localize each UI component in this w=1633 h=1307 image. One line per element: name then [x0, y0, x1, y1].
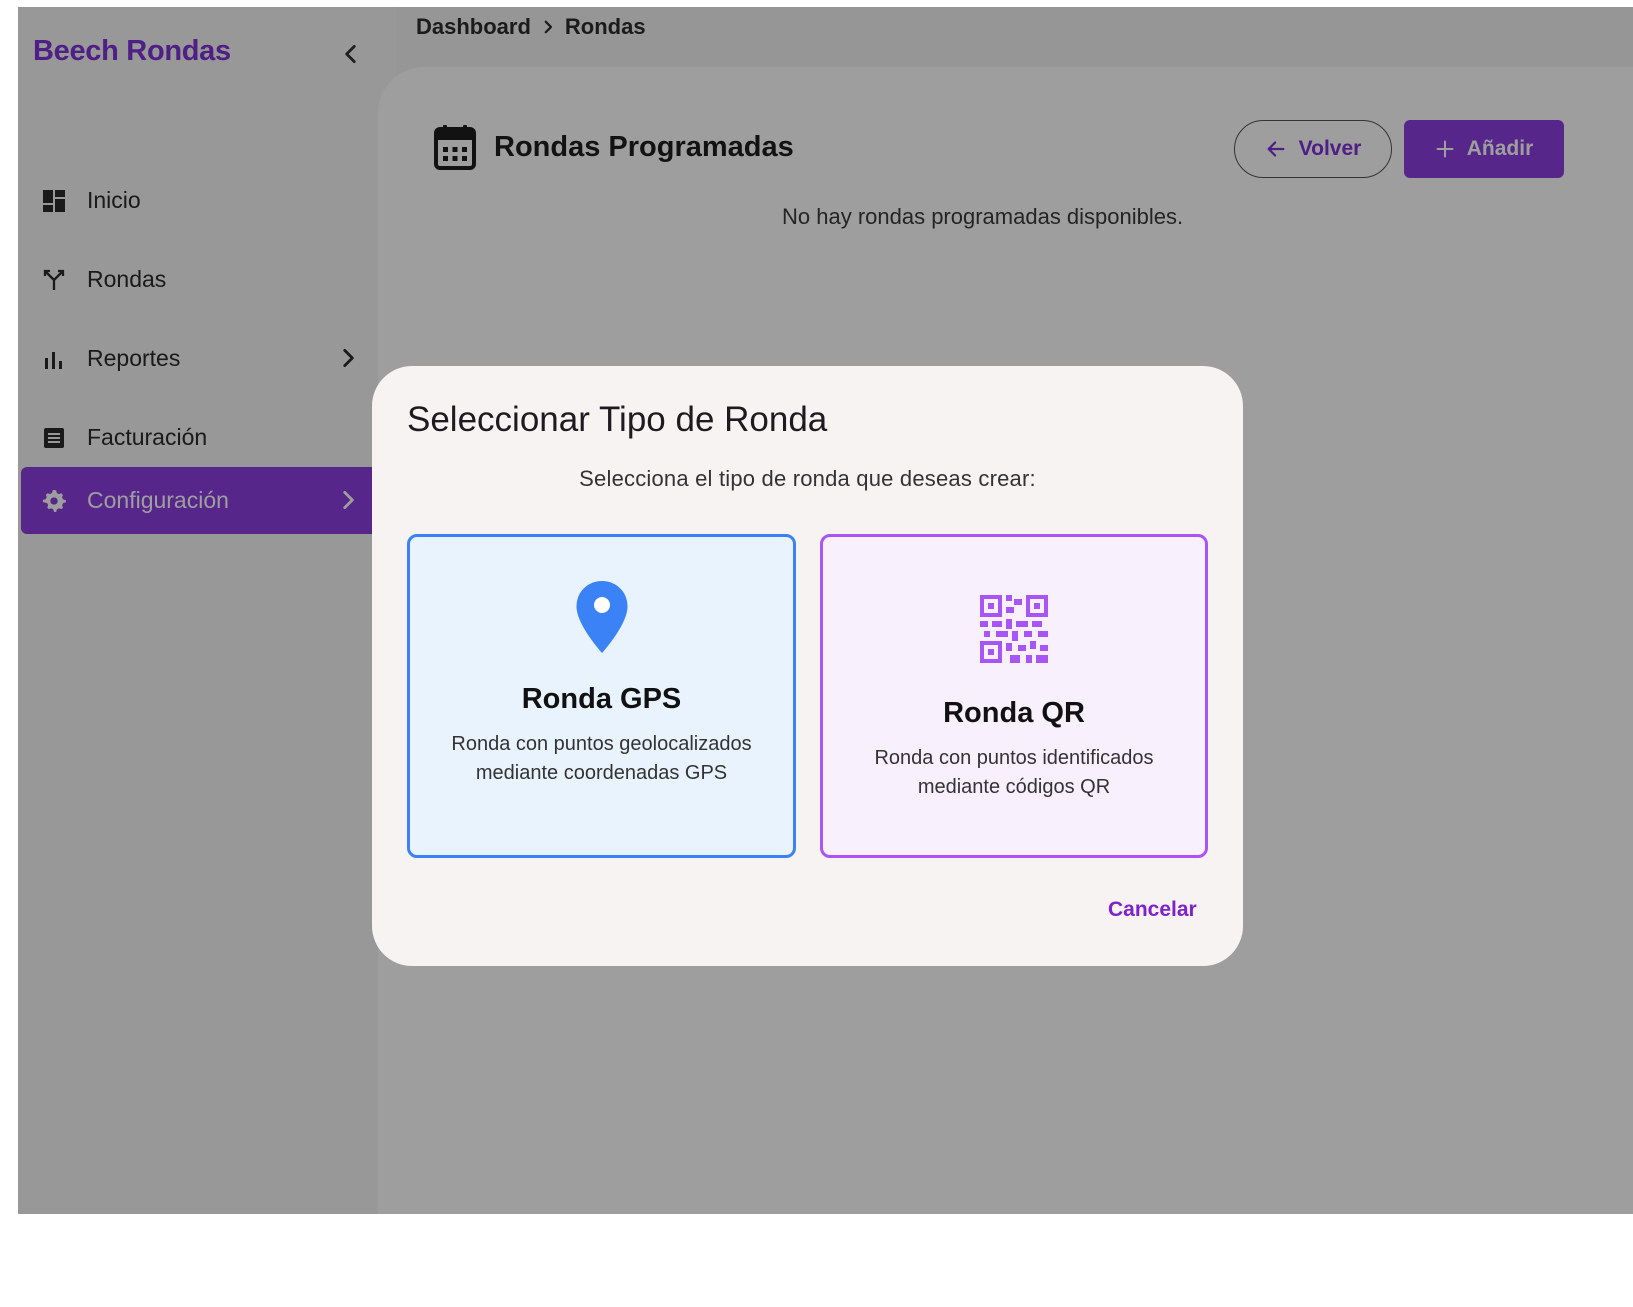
page-title-text: Rondas Programadas	[494, 130, 794, 163]
sidebar-item-rondas[interactable]: Rondas	[21, 246, 383, 313]
breadcrumb-item-dashboard[interactable]: Dashboard	[416, 14, 531, 40]
plus-icon	[1436, 140, 1454, 158]
sidebar: Beech Rondas Inicio Rondas Reportes Fact…	[18, 7, 396, 1264]
qr-code-icon	[980, 595, 1048, 663]
dialog-subtitle: Selecciona el tipo de ronda que deseas c…	[579, 466, 1036, 491]
receipt-icon	[39, 423, 69, 453]
gear-icon	[39, 486, 69, 516]
option-qr-round[interactable]: Ronda QR Ronda con puntos identificados …	[820, 534, 1208, 858]
breadcrumb-item-rondas: Rondas	[564, 14, 646, 39]
sidebar-item-label: Reportes	[87, 345, 181, 371]
sidebar-item-label: Facturación	[87, 424, 208, 450]
sidebar-item-configuracion[interactable]: Configuración	[21, 467, 383, 534]
page-margin	[0, 1214, 1633, 1264]
arrow-left-icon	[1267, 141, 1285, 157]
sidebar-item-label: Configuración	[87, 487, 229, 513]
empty-state-message: No hay rondas programadas disponibles.	[782, 204, 1184, 229]
calendar-icon	[434, 125, 476, 170]
dialog-title: Seleccionar Tipo de Ronda	[407, 400, 828, 439]
add-button[interactable]: Añadir	[1404, 120, 1564, 178]
option-description: Ronda con puntos geolocalizados mediante…	[451, 733, 752, 784]
sidebar-item-label: Inicio	[87, 187, 141, 213]
app-brand: Beech Rondas	[33, 35, 231, 67]
back-button[interactable]: Volver	[1234, 120, 1392, 178]
dashboard-icon	[39, 186, 69, 216]
chevron-right-icon	[343, 349, 354, 367]
page-title: Rondas Programadas	[434, 124, 794, 170]
chevron-left-icon[interactable]	[338, 41, 364, 67]
page-margin	[0, 0, 1633, 7]
option-title: Ronda QR	[943, 697, 1085, 729]
option-gps-round[interactable]: Ronda GPS Ronda con puntos geolocalizado…	[407, 534, 796, 858]
page-margin	[0, 0, 18, 1264]
select-round-type-dialog: Seleccionar Tipo de Ronda Selecciona el …	[372, 366, 1243, 966]
sidebar-item-reportes[interactable]: Reportes	[21, 325, 383, 392]
route-icon	[39, 265, 69, 295]
sidebar-item-inicio[interactable]: Inicio	[21, 167, 383, 234]
location-pin-icon	[576, 581, 627, 653]
chevron-right-icon	[544, 20, 553, 34]
option-title: Ronda GPS	[521, 683, 682, 715]
breadcrumb: Dashboard Rondas	[416, 14, 646, 40]
bar-chart-icon	[39, 344, 69, 374]
option-description: Ronda con puntos identificados mediante …	[874, 747, 1154, 798]
sidebar-nav: Inicio Rondas Reportes Facturación Confi…	[18, 167, 396, 546]
sidebar-item-label: Rondas	[87, 266, 167, 292]
add-button-label: Añadir	[1466, 137, 1534, 160]
back-button-label: Volver	[1298, 137, 1362, 160]
chevron-right-icon	[343, 491, 354, 509]
sidebar-item-facturacion[interactable]: Facturación	[21, 404, 383, 471]
cancel-button[interactable]: Cancelar	[1108, 898, 1197, 922]
